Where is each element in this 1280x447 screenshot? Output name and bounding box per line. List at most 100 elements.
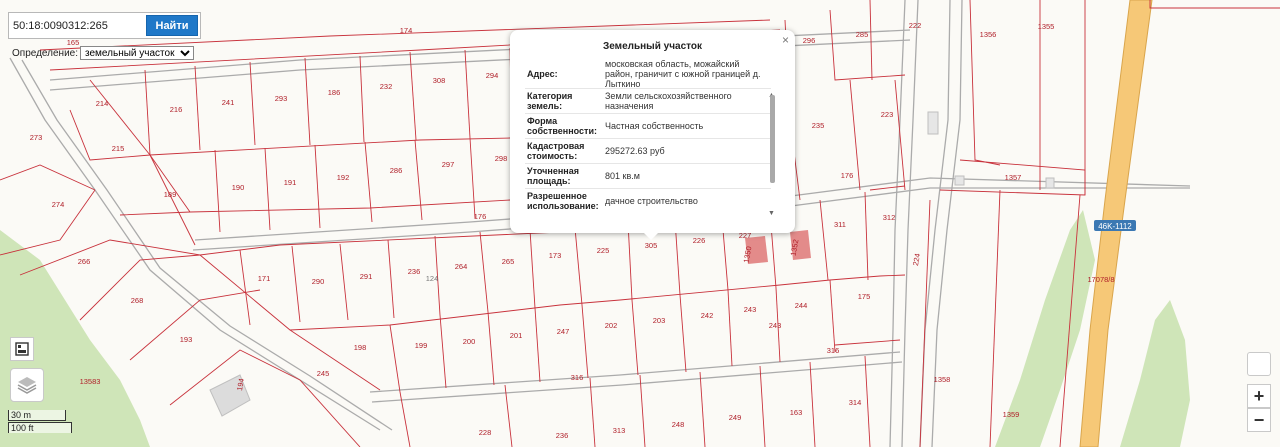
parcel-label[interactable]: 202 (605, 321, 618, 330)
parcel-label[interactable]: 312 (883, 213, 896, 222)
parcel-label[interactable]: 305 (645, 241, 658, 250)
parcel-label[interactable]: 232 (380, 82, 393, 91)
map-tool-button[interactable] (1247, 352, 1271, 376)
zoom-in-button[interactable]: + (1247, 384, 1271, 408)
parcel-label[interactable]: 201 (510, 331, 523, 340)
parcel-label[interactable]: 235 (812, 121, 825, 130)
parcel-label[interactable]: 1356 (980, 30, 997, 39)
parcel-label[interactable]: 241 (222, 98, 235, 107)
parcel-label[interactable]: 186 (328, 88, 341, 97)
parcel-label[interactable]: 314 (849, 398, 862, 407)
parcel-label[interactable]: 200 (463, 337, 476, 346)
parcel-label[interactable]: 291 (360, 272, 373, 281)
fullscreen-button[interactable] (10, 337, 34, 361)
parcel-label[interactable]: 193 (180, 335, 193, 344)
parcel-label[interactable]: 13583 (80, 377, 101, 386)
parcel-label[interactable]: 226 (693, 236, 706, 245)
parcel-label[interactable]: 189 (164, 190, 177, 199)
scroll-down-icon[interactable]: ▼ (768, 210, 775, 217)
parcel-label[interactable]: 296 (803, 36, 816, 45)
search-button[interactable]: Найти (146, 15, 198, 36)
popup-row-category: Категория земель: Земли сельскохозяйстве… (525, 89, 771, 114)
parcel-label[interactable]: 236 (556, 431, 569, 440)
parcel-label[interactable]: 1358 (934, 375, 951, 384)
parcel-label[interactable]: 223 (881, 110, 894, 119)
scale-bar: 30 m 100 ft (8, 410, 72, 436)
parcel-label[interactable]: 1355 (1038, 22, 1055, 31)
parcel-label[interactable]: 294 (486, 71, 499, 80)
parcel-label[interactable]: 249 (729, 413, 742, 422)
parcel-label[interactable]: 264 (455, 262, 468, 271)
building-small-2 (954, 175, 965, 186)
parcel-label[interactable]: 216 (170, 105, 183, 114)
row-value: 295272.63 руб (605, 146, 665, 156)
parcel-label[interactable]: 266 (78, 257, 91, 266)
popup-row-cost: Кадастровая стоимость: 295272.63 руб (525, 139, 771, 164)
parcel-label[interactable]: 173 (549, 251, 562, 260)
mode-select[interactable]: земельный участок (80, 46, 195, 60)
parcel-label[interactable]: 274 (52, 200, 65, 209)
popup-row-address: Адрес: московская область, можайский рай… (525, 60, 771, 89)
parcel-label[interactable]: 293 (275, 94, 288, 103)
parcel-label[interactable]: 225 (597, 246, 610, 255)
mode-label: Определение: (12, 47, 79, 59)
parcel-label[interactable]: 243 (769, 321, 782, 330)
parcel-label[interactable]: 316 (827, 346, 840, 355)
building-small-3 (1045, 177, 1055, 189)
layers-button[interactable] (10, 368, 44, 402)
parcel-label[interactable]: 236 (408, 267, 421, 276)
parcel-label[interactable]: 1359 (1003, 410, 1020, 419)
parcel-label[interactable]: 273 (30, 133, 43, 142)
parcel-label[interactable]: 243 (744, 305, 757, 314)
row-value: московская область, можайский район, гра… (605, 60, 761, 89)
parcel-label[interactable]: 203 (653, 316, 666, 325)
parcel-label[interactable]: 174 (400, 26, 413, 35)
parcel-label[interactable]: 268 (131, 296, 144, 305)
parcel-label[interactable]: 176 (474, 212, 487, 221)
parcel-label[interactable]: 171 (258, 274, 271, 283)
parcel-label[interactable]: 175 (858, 292, 871, 301)
building-small-1 (927, 111, 939, 135)
popup-row-area: Уточненная площадь: 801 кв.м (525, 164, 771, 189)
parcel-label[interactable]: 215 (112, 144, 125, 153)
parcel-label[interactable]: 247 (557, 327, 570, 336)
parcel-label[interactable]: 308 (433, 76, 446, 85)
parcel-label[interactable]: 198 (354, 343, 367, 352)
parcel-label[interactable]: 228 (479, 428, 492, 437)
search-input[interactable] (13, 16, 141, 35)
parcel-label[interactable]: 311 (834, 220, 846, 229)
parcel-label[interactable]: 316 (571, 373, 584, 382)
parcel-label[interactable]: 192 (337, 173, 350, 182)
parcel-label[interactable]: 285 (856, 30, 869, 39)
parcel-label[interactable]: 163 (790, 408, 803, 417)
row-key: Разрешенное использование: (527, 191, 599, 211)
parcel-label[interactable]: 199 (415, 341, 428, 350)
parcel-label[interactable]: 248 (672, 420, 685, 429)
parcel-label[interactable]: 1357 (1005, 173, 1022, 182)
zoom-out-button[interactable]: − (1247, 408, 1271, 432)
popup-scrollbar[interactable]: ▲ ▼ (768, 92, 776, 220)
row-value: Земли сельскохозяйственного назначения (605, 91, 732, 111)
parcel-label[interactable]: 290 (312, 277, 325, 286)
parcel-label[interactable]: 297 (442, 160, 455, 169)
parcel-label[interactable]: 17078/8 (1087, 275, 1114, 284)
parcel-label[interactable]: 214 (96, 99, 109, 108)
parcel-label[interactable]: 242 (701, 311, 714, 320)
parcel-label[interactable]: 176 (841, 171, 854, 180)
parcel-label[interactable]: 286 (390, 166, 403, 175)
row-key: Категория земель: (527, 91, 573, 111)
parcel-label[interactable]: 191 (284, 178, 297, 187)
parcel-label[interactable]: 298 (495, 154, 508, 163)
row-value: Частная собственность (605, 121, 704, 131)
parcel-label[interactable]: 190 (232, 183, 245, 192)
road-badge-label: 46K-1112 (1098, 222, 1132, 231)
parcel-label[interactable]: 124 (426, 274, 439, 283)
parcel-label[interactable]: 265 (502, 257, 515, 266)
row-key: Уточненная площадь: (527, 166, 579, 186)
popup-row-usage: Разрешенное использование: дачное строит… (525, 189, 771, 212)
scroll-thumb[interactable] (770, 95, 775, 183)
parcel-label[interactable]: 244 (795, 301, 808, 310)
parcel-label[interactable]: 245 (317, 369, 330, 378)
parcel-label[interactable]: 313 (613, 426, 626, 435)
parcel-label[interactable]: 222 (909, 21, 922, 30)
